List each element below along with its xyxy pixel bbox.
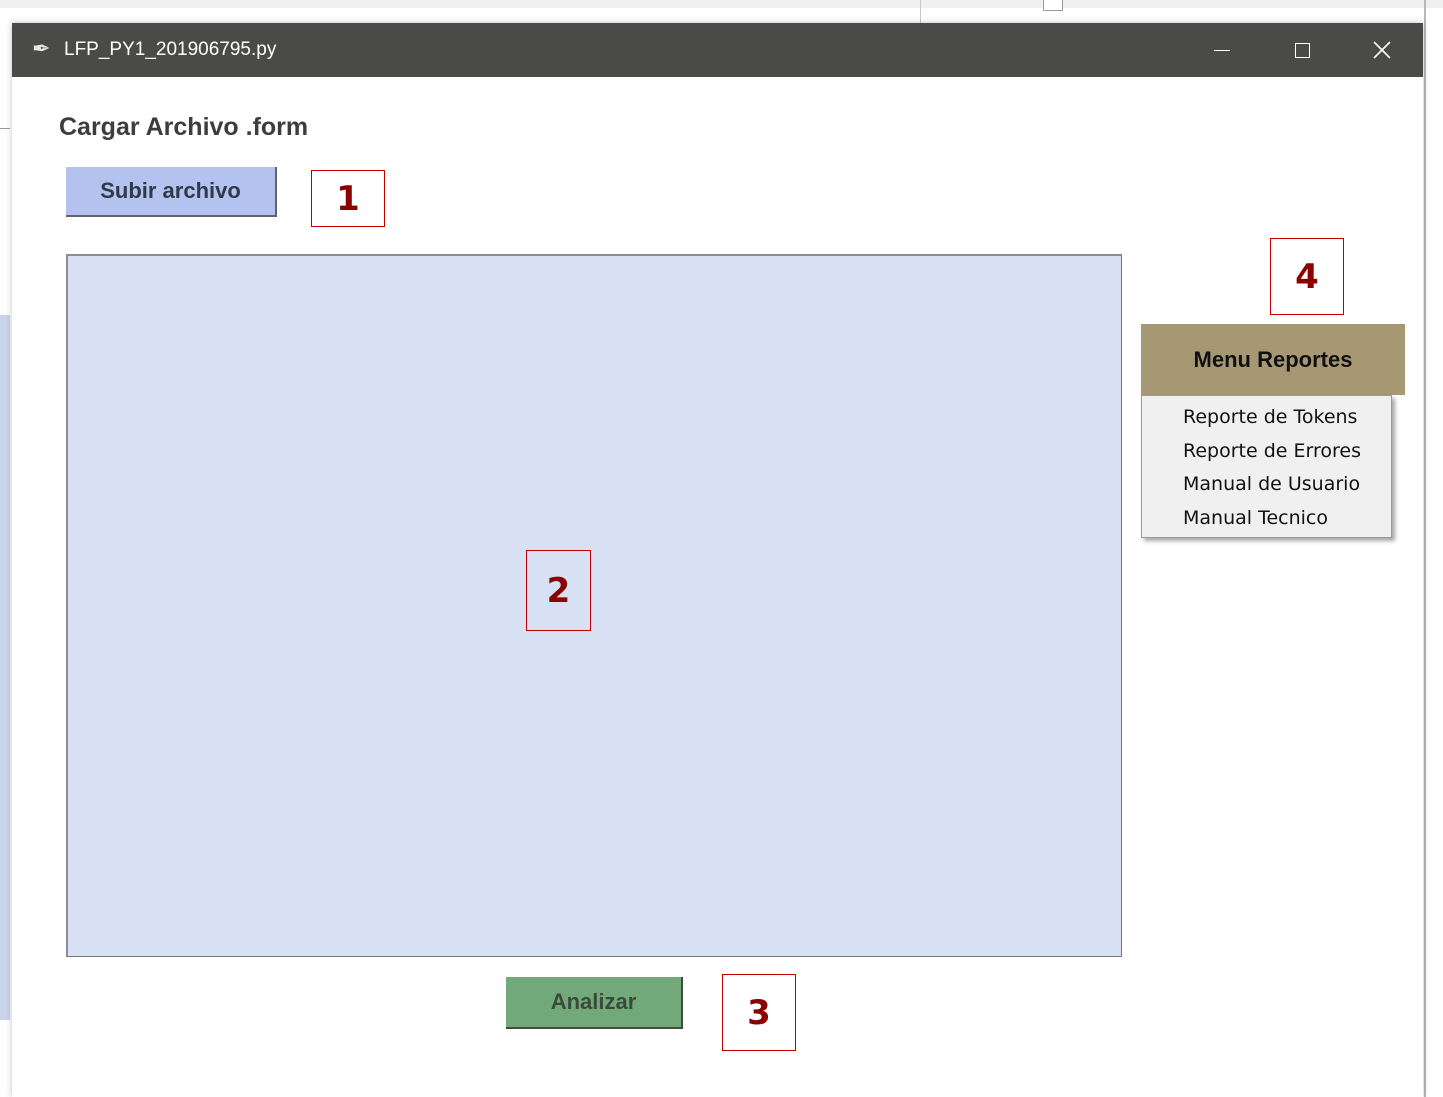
menu-item-technical-manual[interactable]: Manual Tecnico [1142,502,1391,536]
window-title: LFP_PY1_201906795.py [64,39,277,60]
title-bar[interactable]: ✒ LFP_PY1_201906795.py [12,23,1423,77]
reports-menu-button[interactable]: Menu Reportes [1141,324,1405,395]
app-window: ✒ LFP_PY1_201906795.py Cargar Archivo .f… [12,23,1423,1097]
background-window-edge [0,315,10,1020]
background-divider [920,0,921,24]
reports-menu-dropdown: Reporte de Tokens Reporte de Errores Man… [1141,395,1392,538]
annotation-marker-1: 1 [311,170,385,227]
upload-file-button[interactable]: Subir archivo [66,167,277,217]
feather-icon: ✒ [32,37,51,62]
analyze-button[interactable]: Analizar [506,977,683,1029]
maximize-icon [1294,42,1310,58]
minimize-icon [1214,49,1230,51]
page-title: Cargar Archivo .form [59,113,309,141]
annotation-marker-3: 3 [722,974,796,1051]
desktop: ✒ LFP_PY1_201906795.py Cargar Archivo .f… [0,0,1443,1097]
file-content-editor[interactable] [66,254,1122,957]
menu-item-user-manual[interactable]: Manual de Usuario [1142,468,1391,502]
close-icon [1373,41,1391,59]
annotation-marker-2: 2 [526,550,591,631]
background-divider [0,128,10,129]
background-window-strip [0,0,1443,8]
background-window-edge [1424,0,1426,1097]
maximize-button[interactable] [1262,23,1342,77]
background-window-box [1043,0,1063,11]
minimize-button[interactable] [1182,23,1262,77]
reports-menu-label: Menu Reportes [1193,346,1353,372]
close-button[interactable] [1342,23,1422,77]
menu-item-error-report[interactable]: Reporte de Errores [1142,435,1391,469]
menu-item-token-report[interactable]: Reporte de Tokens [1142,401,1391,435]
annotation-marker-4: 4 [1270,238,1344,315]
